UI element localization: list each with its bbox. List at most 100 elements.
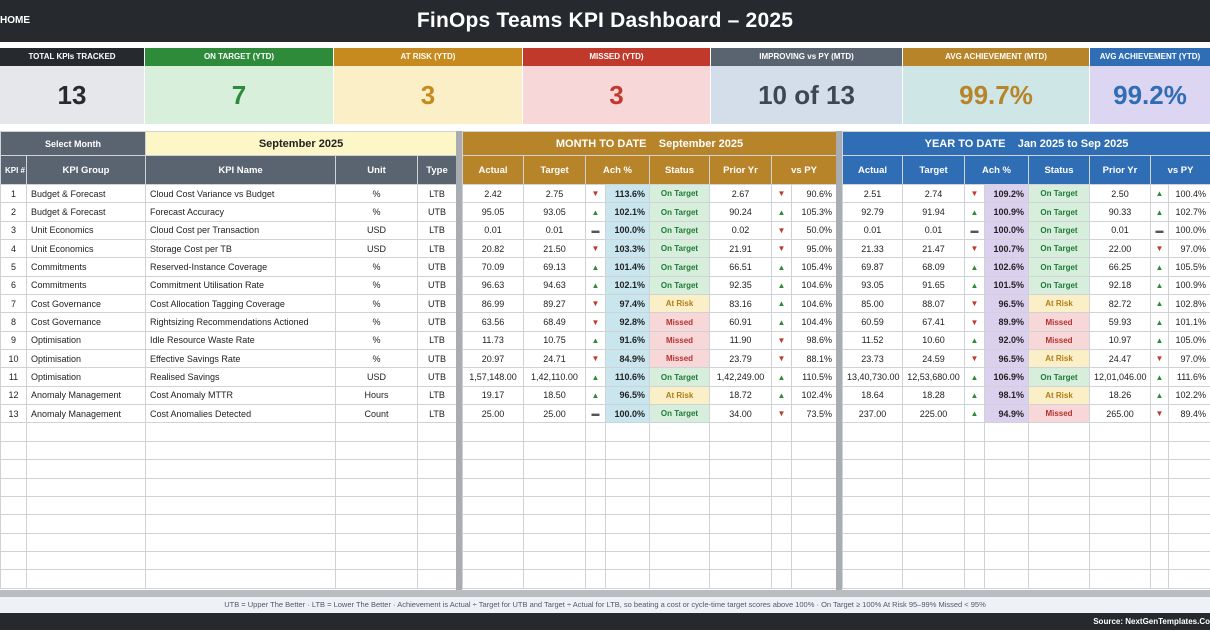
empty-cell xyxy=(462,550,524,571)
kpi-unit: % xyxy=(335,330,419,351)
achievement-value: 94.9% xyxy=(984,404,1029,424)
achievement-value: 92.0% xyxy=(984,330,1029,351)
month-selector[interactable]: September 2025 xyxy=(145,131,458,156)
table-row: 70.09 69.13 ▲ 101.4% On Target 66.51 ▲ 105.4% xyxy=(462,257,838,277)
empty-cell xyxy=(964,459,985,479)
source-credit: Source: NextGenTemplates.Co xyxy=(1093,617,1210,626)
empty-cell xyxy=(842,550,903,571)
kpi-type: UTB xyxy=(417,275,458,296)
title-bar: HOME FinOps Teams KPI Dashboard – 2025 xyxy=(0,0,1210,42)
vs-py-value: 105.3% xyxy=(790,202,838,222)
empty-cell xyxy=(964,495,985,516)
prior-year-value: 12,01,046.00 xyxy=(1089,367,1151,387)
flat-dash-icon: ▬ xyxy=(1150,220,1169,241)
empty-cell xyxy=(984,459,1029,479)
up-arrow-icon: ▲ xyxy=(771,202,792,222)
up-arrow-icon: ▲ xyxy=(585,385,606,406)
kpi-number: 2 xyxy=(0,202,27,222)
empty-cell xyxy=(1089,495,1151,516)
kpi-type: UTB xyxy=(417,257,458,277)
kpi-unit: USD xyxy=(335,367,419,387)
target-value: 69.13 xyxy=(523,257,586,277)
kpi-type: LTB xyxy=(417,404,458,424)
empty-cell xyxy=(842,569,903,589)
empty-cell xyxy=(585,532,606,552)
prior-year-value: 90.33 xyxy=(1089,202,1151,222)
target-value: 88.07 xyxy=(902,294,965,314)
actual-value: 21.33 xyxy=(842,239,903,259)
kpi-group: Unit Economics xyxy=(25,220,147,241)
kpi-card-value: 7 xyxy=(145,66,333,124)
empty-cell xyxy=(462,514,524,534)
kpi-type: UTB xyxy=(417,367,458,387)
empty-cell xyxy=(523,495,586,516)
column-header: Ach % xyxy=(964,155,1029,185)
empty-cell xyxy=(790,569,838,589)
kpi-card-label: AVG ACHIEVEMENT (MTD) xyxy=(903,48,1089,66)
down-arrow-icon: ▼ xyxy=(771,330,792,351)
empty-cell xyxy=(709,495,772,516)
prior-year-value: 265.00 xyxy=(1089,404,1151,424)
empty-cell xyxy=(771,550,792,571)
empty-cell xyxy=(417,550,458,571)
empty-cell xyxy=(790,550,838,571)
table-row: 13,40,730.00 12,53,680.00 ▲ 106.9% On Target… xyxy=(842,367,1210,387)
achievement-value: 100.9% xyxy=(984,202,1029,222)
empty-cell xyxy=(771,422,792,442)
kpi-name: Realised Savings xyxy=(145,367,337,387)
actual-value: 96.63 xyxy=(462,275,524,296)
table-row: 69.87 68.09 ▲ 102.6% On Target 66.25 ▲ 105.5% xyxy=(842,257,1210,277)
empty-cell xyxy=(145,514,337,534)
kpi-unit: Count xyxy=(335,404,419,424)
empty-cell xyxy=(790,477,838,497)
empty-cell xyxy=(605,569,650,589)
kpi-card-label: IMPROVING vs PY (MTD) xyxy=(711,48,902,66)
mtd-panel: MONTH TO DATE September 2025 Actual Targe… xyxy=(461,131,838,589)
column-header: Ach % xyxy=(585,155,650,185)
empty-cell xyxy=(1089,477,1151,497)
legend-note: UTB = Upper The Better · LTB = Lower The… xyxy=(0,597,1210,613)
status-badge: On Target xyxy=(1028,257,1090,277)
empty-cell xyxy=(1028,514,1090,534)
up-arrow-icon: ▲ xyxy=(771,257,792,277)
empty-cell xyxy=(649,532,710,552)
achievement-value: 96.5% xyxy=(605,385,650,406)
table-row: 10 Optimisation Effective Savings Rate% UTB xyxy=(0,349,458,369)
prior-year-value: 2.50 xyxy=(1089,183,1151,204)
status-badge: Missed xyxy=(649,312,710,332)
prior-year-value: 82.72 xyxy=(1089,294,1151,314)
empty-cell xyxy=(417,440,458,461)
empty-cell xyxy=(523,514,586,534)
empty-cell xyxy=(790,459,838,479)
empty-cell xyxy=(145,440,337,461)
status-badge: On Target xyxy=(649,404,710,424)
empty-cell xyxy=(771,514,792,534)
vs-py-value: 102.2% xyxy=(1167,385,1210,406)
mtd-title: MONTH TO DATE September 2025 xyxy=(461,131,838,156)
empty-cell xyxy=(984,514,1029,534)
up-arrow-icon: ▲ xyxy=(771,294,792,314)
empty-cell xyxy=(335,550,419,571)
actual-value: 20.97 xyxy=(462,349,524,369)
empty-cell xyxy=(709,532,772,552)
empty-cell xyxy=(649,477,710,497)
up-arrow-icon: ▲ xyxy=(1150,312,1169,332)
down-arrow-icon: ▼ xyxy=(964,312,985,332)
table-row: 8 Cost Governance Rightsizing Recommendati… xyxy=(0,312,458,332)
empty-cell xyxy=(649,459,710,479)
column-header: Target xyxy=(902,155,965,185)
actual-value: 95.05 xyxy=(462,202,524,222)
empty-cell xyxy=(1028,422,1090,442)
target-value: 18.28 xyxy=(902,385,965,406)
kpi-type: UTB xyxy=(417,312,458,332)
table-row: 5 Commitments Reserved-Instance Coverage% U… xyxy=(0,257,458,277)
target-value: 2.74 xyxy=(902,183,965,204)
kpi-card-value: 13 xyxy=(0,66,144,124)
up-arrow-icon: ▲ xyxy=(585,367,606,387)
up-arrow-icon: ▲ xyxy=(771,275,792,296)
table-row: 96.63 94.63 ▲ 102.1% On Target 92.35 ▲ 104.6% xyxy=(462,275,838,296)
kpi-number: 8 xyxy=(0,312,27,332)
kpi-group: Commitments xyxy=(25,275,147,296)
target-value: 0.01 xyxy=(523,220,586,241)
empty-cell xyxy=(523,532,586,552)
